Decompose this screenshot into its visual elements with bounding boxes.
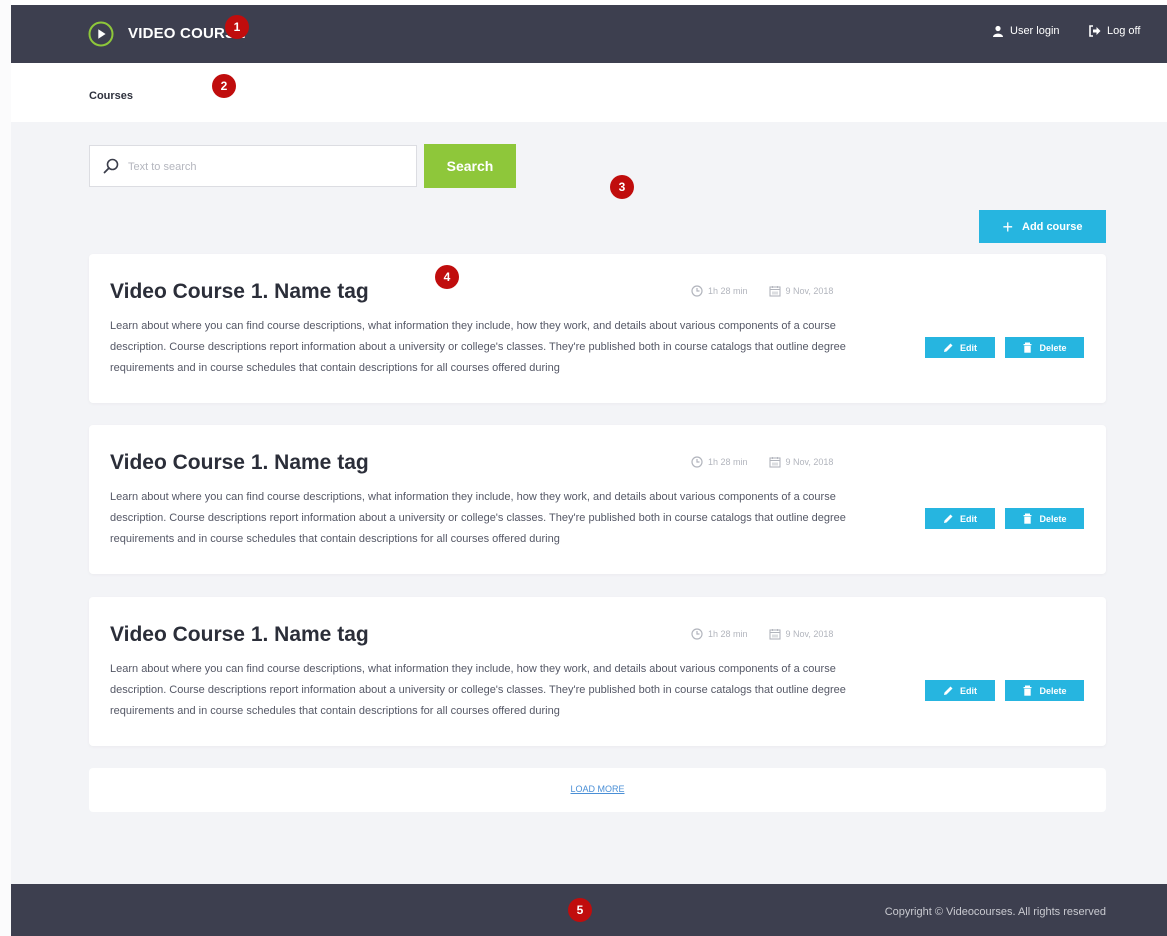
clock-icon (691, 285, 703, 297)
play-circle-icon[interactable] (88, 21, 114, 47)
course-description: Learn about where you can find course de… (110, 491, 846, 545)
calendar-icon (768, 457, 781, 468)
trash-icon (1023, 685, 1032, 696)
plus-icon: + (1002, 216, 1013, 237)
page-edge (0, 0, 11, 936)
user-icon (993, 25, 1003, 37)
trash-icon (1023, 513, 1032, 524)
annotation-badge: 1 (225, 15, 249, 39)
delete-label: Delete (1039, 685, 1067, 696)
delete-label: Delete (1039, 513, 1067, 524)
pencil-icon (944, 343, 953, 352)
delete-label: Delete (1039, 342, 1067, 353)
edit-label: Edit (960, 513, 977, 524)
edit-button[interactable]: Edit (925, 508, 995, 529)
course-card: Video Course 1. Name tag 1h 28 min 9 Nov… (89, 254, 1106, 403)
load-more-link[interactable]: LOAD MORE (570, 784, 624, 794)
calendar-icon (768, 629, 781, 640)
edit-button[interactable]: Edit (925, 337, 995, 358)
course-description: Learn about where you can find course de… (110, 663, 846, 717)
log-off-label: Log off (1107, 25, 1141, 37)
search-button[interactable]: Search (424, 144, 516, 188)
annotation-badge: 3 (610, 175, 634, 199)
pencil-icon (944, 514, 953, 523)
search-box[interactable] (89, 145, 417, 188)
user-login-label: User login (1010, 25, 1060, 37)
add-course-label: Add course (1022, 220, 1083, 233)
clock-icon (691, 456, 703, 468)
delete-button[interactable]: Delete (1005, 337, 1084, 358)
course-duration: 1h 28 min (708, 629, 748, 639)
course-date: 9 Nov, 2018 (785, 629, 834, 639)
course-meta: 1h 28 min 9 Nov, 2018 (691, 285, 833, 297)
search-input[interactable] (126, 146, 415, 188)
course-card: Video Course 1. Name tag 1h 28 min 9 Nov… (89, 597, 1106, 746)
annotation-badge: 4 (435, 265, 459, 289)
course-date: 9 Nov, 2018 (785, 286, 834, 296)
delete-button[interactable]: Delete (1005, 680, 1084, 701)
course-title[interactable]: Video Course 1. Name tag (110, 280, 369, 304)
clock-icon (691, 628, 703, 640)
course-card: Video Course 1. Name tag 1h 28 min 9 Nov… (89, 425, 1106, 574)
top-header: VIDEO COURSE User login Log off (11, 5, 1167, 63)
pencil-icon (944, 686, 953, 695)
annotation-badge: 5 (568, 898, 592, 922)
breadcrumb: Courses (11, 63, 1167, 122)
edit-button[interactable]: Edit (925, 680, 995, 701)
course-duration: 1h 28 min (708, 286, 748, 296)
search-icon (103, 158, 119, 174)
course-meta: 1h 28 min 9 Nov, 2018 (691, 628, 833, 640)
course-description: Learn about where you can find course de… (110, 320, 846, 374)
breadcrumb-courses[interactable]: Courses (89, 90, 133, 102)
trash-icon (1023, 342, 1032, 353)
main-content: Search + Add course Video Course 1. Name… (11, 122, 1167, 884)
user-login-link[interactable]: User login (992, 25, 1060, 37)
course-title[interactable]: Video Course 1. Name tag (110, 623, 369, 647)
course-title[interactable]: Video Course 1. Name tag (110, 451, 369, 475)
course-date: 9 Nov, 2018 (785, 457, 834, 467)
annotation-badge: 2 (212, 74, 236, 98)
edit-label: Edit (960, 342, 977, 353)
copyright-text: Copyright © Videocourses. All rights res… (884, 906, 1106, 918)
add-course-button[interactable]: + Add course (979, 210, 1106, 243)
course-duration: 1h 28 min (708, 457, 748, 467)
edit-label: Edit (960, 685, 977, 696)
sign-out-icon (1089, 25, 1101, 37)
course-meta: 1h 28 min 9 Nov, 2018 (691, 456, 833, 468)
load-more-bar: LOAD MORE (89, 768, 1106, 812)
delete-button[interactable]: Delete (1005, 508, 1084, 529)
log-off-link[interactable]: Log off (1089, 25, 1140, 37)
calendar-icon (768, 286, 781, 297)
